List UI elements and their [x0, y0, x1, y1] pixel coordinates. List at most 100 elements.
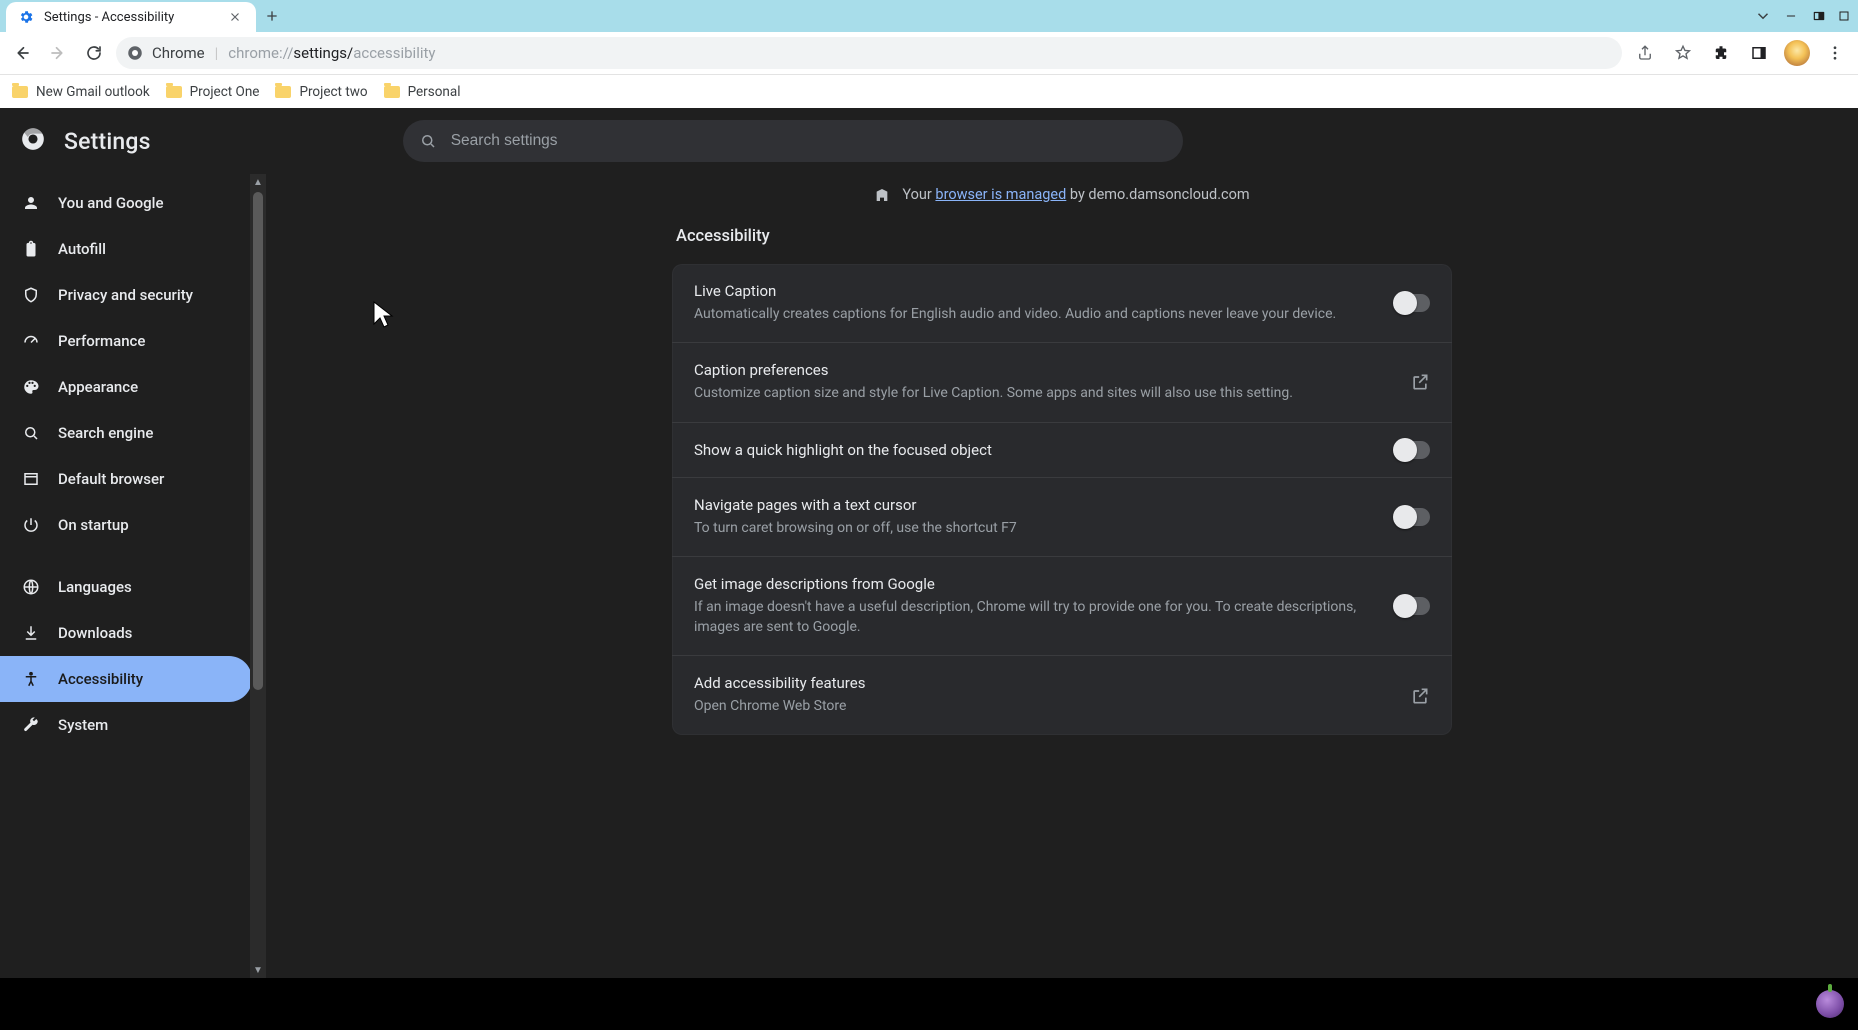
folder-icon [275, 86, 291, 98]
scroll-down-icon[interactable]: ▼ [250, 962, 266, 978]
window-icon [22, 470, 40, 488]
download-icon [22, 624, 40, 642]
chrome-menu-button[interactable] [1820, 38, 1850, 68]
sidebar-item-you-and-google[interactable]: You and Google [0, 180, 252, 226]
row-caption-preferences[interactable]: Caption preferences Customize caption si… [672, 343, 1452, 422]
reload-button[interactable] [80, 39, 108, 67]
sidebar-item-performance[interactable]: Performance [0, 318, 252, 364]
open-external-icon [1410, 686, 1430, 706]
chrome-logo-icon [20, 126, 46, 156]
window-restore-icon[interactable] [1810, 9, 1828, 23]
accessibility-icon [22, 670, 40, 688]
taskbar-app-icon[interactable] [1816, 990, 1844, 1018]
bookmark-item[interactable]: Personal [384, 84, 461, 100]
bookmark-item[interactable]: Project two [275, 84, 367, 100]
managed-link[interactable]: browser is managed [935, 186, 1066, 203]
sidebar-item-label: Search engine [58, 424, 153, 442]
bookmarks-bar: New Gmail outlook Project One Project tw… [0, 74, 1858, 108]
image-descriptions-toggle[interactable] [1394, 597, 1430, 615]
close-tab-button[interactable] [226, 8, 244, 26]
focus-highlight-toggle[interactable] [1394, 441, 1430, 459]
site-identity[interactable]: Chrome [126, 44, 205, 62]
sidebar-item-autofill[interactable]: Autofill [0, 226, 252, 272]
row-title: Add accessibility features [694, 674, 1392, 692]
gear-icon [18, 9, 34, 25]
sidebar-item-downloads[interactable]: Downloads [0, 610, 252, 656]
browser-toolbar: Chrome | chrome://settings/accessibility [0, 32, 1858, 74]
wrench-icon [22, 716, 40, 734]
folder-icon [12, 86, 28, 98]
chrome-logo-icon [126, 44, 144, 62]
settings-header: Settings [0, 108, 1858, 174]
share-button[interactable] [1630, 38, 1660, 68]
window-title-bar: Settings - Accessibility [0, 0, 1858, 32]
omnibox-separator: | [215, 44, 219, 62]
row-text-cursor: Navigate pages with a text cursor To tur… [672, 478, 1452, 557]
sidebar-item-label: Default browser [58, 470, 164, 488]
side-panel-button[interactable] [1744, 38, 1774, 68]
row-title: Navigate pages with a text cursor [694, 496, 1376, 514]
row-live-caption: Live Caption Automatically creates capti… [672, 264, 1452, 343]
scroll-up-icon[interactable]: ▲ [250, 174, 266, 190]
sidebar-item-label: System [58, 716, 108, 734]
sidebar-scrollbar[interactable]: ▲ ▼ [250, 174, 266, 978]
extensions-button[interactable] [1706, 38, 1736, 68]
folder-icon [166, 86, 182, 98]
row-subtitle: To turn caret browsing on or off, use th… [694, 518, 1376, 538]
sidebar-item-label: Appearance [58, 378, 138, 396]
sidebar-item-label: Downloads [58, 624, 132, 642]
tab-search-button[interactable] [1754, 7, 1772, 25]
section-heading: Accessibility [676, 227, 1452, 246]
settings-search[interactable] [403, 120, 1183, 162]
text-cursor-toggle[interactable] [1394, 508, 1430, 526]
scrollbar-thumb[interactable] [253, 192, 263, 690]
settings-app: Settings You and Google Autofill [0, 108, 1858, 978]
open-external-icon [1410, 372, 1430, 392]
sidebar-separator [0, 548, 266, 564]
back-button[interactable] [8, 39, 36, 67]
sidebar-item-accessibility[interactable]: Accessibility [0, 656, 252, 702]
window-maximize-icon[interactable] [1838, 10, 1850, 22]
title-bar-drag-region[interactable] [288, 0, 1754, 32]
sidebar-item-languages[interactable]: Languages [0, 564, 252, 610]
profile-avatar[interactable] [1782, 38, 1812, 68]
window-minimize-button[interactable] [1784, 9, 1798, 23]
sidebar-item-label: Languages [58, 578, 132, 596]
sidebar-item-label: Accessibility [58, 670, 143, 688]
sidebar-item-system[interactable]: System [0, 702, 252, 748]
sidebar-item-label: On startup [58, 516, 129, 534]
row-add-accessibility-features[interactable]: Add accessibility features Open Chrome W… [672, 656, 1452, 734]
bookmark-star-button[interactable] [1668, 38, 1698, 68]
bookmark-label: Project two [299, 84, 367, 100]
accessibility-section: Accessibility Live Caption Automatically… [672, 227, 1452, 735]
sidebar-item-search-engine[interactable]: Search engine [0, 410, 252, 456]
sidebar-item-privacy-security[interactable]: Privacy and security [0, 272, 252, 318]
person-icon [22, 194, 40, 212]
window-snap-group [1810, 9, 1850, 23]
settings-search-input[interactable] [451, 132, 1167, 150]
sidebar-item-label: Performance [58, 332, 145, 350]
settings-card: Live Caption Automatically creates capti… [672, 264, 1452, 735]
bookmark-item[interactable]: New Gmail outlook [12, 84, 150, 100]
globe-icon [22, 578, 40, 596]
page-title: Settings [64, 128, 151, 155]
bookmark-label: New Gmail outlook [36, 84, 150, 100]
browser-tab[interactable]: Settings - Accessibility [6, 2, 256, 32]
address-bar[interactable]: Chrome | chrome://settings/accessibility [116, 37, 1622, 69]
bookmark-item[interactable]: Project One [166, 84, 260, 100]
bookmark-label: Personal [408, 84, 461, 100]
sidebar-item-on-startup[interactable]: On startup [0, 502, 252, 548]
building-icon [874, 187, 890, 203]
forward-button[interactable] [44, 39, 72, 67]
row-focus-highlight: Show a quick highlight on the focused ob… [672, 423, 1452, 478]
bookmark-label: Project One [190, 84, 260, 100]
search-icon [419, 132, 437, 150]
sidebar-item-appearance[interactable]: Appearance [0, 364, 252, 410]
search-icon [22, 424, 40, 442]
window-controls [1754, 0, 1858, 32]
sidebar-item-default-browser[interactable]: Default browser [0, 456, 252, 502]
live-caption-toggle[interactable] [1394, 294, 1430, 312]
managed-banner: Your browser is managed by demo.damsoncl… [266, 174, 1858, 219]
new-tab-button[interactable] [256, 0, 288, 32]
power-icon [22, 516, 40, 534]
